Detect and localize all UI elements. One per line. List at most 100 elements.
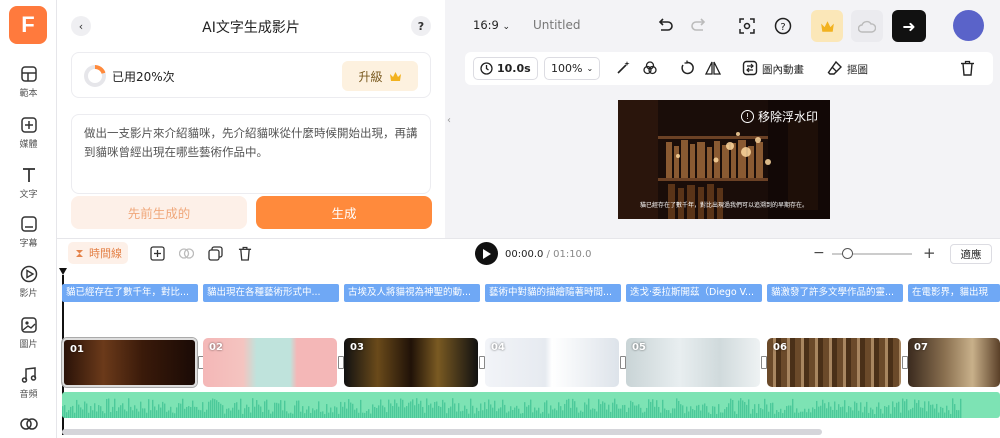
cloud-save-button[interactable] xyxy=(851,10,883,42)
remove-watermark-button[interactable]: ! 移除浮水印 xyxy=(740,108,818,125)
video-clip[interactable]: 07 xyxy=(908,338,1000,387)
timeline-toggle-button[interactable]: 時間線 xyxy=(68,242,128,264)
matte-label[interactable]: 摳圖 xyxy=(847,62,868,77)
redo-button[interactable] xyxy=(687,14,711,38)
video-clip[interactable]: 03 xyxy=(344,338,478,387)
rotate-button[interactable] xyxy=(677,58,697,78)
duplicate-button[interactable] xyxy=(206,244,224,262)
sidebar-item-subtitles[interactable]: 字幕 xyxy=(0,214,57,258)
subtitle-chip[interactable]: 在電影界，貓出現 xyxy=(908,284,1000,302)
prompt-textarea[interactable]: 做出一支影片來介紹貓咪，先介紹貓咪從什麼時候開始出現，再講到貓咪曾經出現在哪些藝… xyxy=(71,114,431,194)
waveform-bar xyxy=(96,411,98,418)
waveform-bar xyxy=(162,401,164,418)
video-clip[interactable]: 02 xyxy=(203,338,337,387)
waveform-bar xyxy=(450,406,452,418)
magic-button[interactable] xyxy=(613,58,633,78)
avatar[interactable] xyxy=(953,10,984,41)
sidebar-item-audio[interactable]: 音頻 xyxy=(0,365,57,409)
zoom-out-button[interactable]: − xyxy=(813,245,825,261)
subtitle-chip[interactable]: 貓已經存在了數千年，對比... xyxy=(62,284,198,302)
waveform-bar xyxy=(272,411,274,418)
waveform-bar xyxy=(700,410,702,418)
waveform-bar xyxy=(636,405,638,418)
waveform-bar xyxy=(132,410,134,418)
undo-button[interactable] xyxy=(653,14,677,38)
play-button[interactable] xyxy=(475,242,498,265)
video-clip[interactable]: 06 xyxy=(767,338,901,387)
chevron-down-icon: ⌄ xyxy=(502,22,511,32)
waveform-bar xyxy=(744,401,746,418)
cloud-icon xyxy=(858,20,876,33)
waveform-bar xyxy=(212,398,214,418)
eraser-icon[interactable] xyxy=(825,58,845,78)
sidebar-item-text[interactable]: 文字 xyxy=(0,165,57,209)
screen-capture-button[interactable] xyxy=(735,14,759,38)
export-button[interactable]: ➜ xyxy=(892,10,926,42)
aspect-ratio-select[interactable]: 16:9 ⌄ xyxy=(473,18,510,32)
audio-track[interactable] xyxy=(62,392,1000,418)
generate-button[interactable]: 生成 xyxy=(256,196,432,229)
waveform-bar xyxy=(298,400,300,418)
subtitle-chip[interactable]: 貓激發了許多文學作品的靈... xyxy=(767,284,903,302)
document-title[interactable]: Untitled xyxy=(533,18,580,32)
subtitle-chip[interactable]: 迭戈·委拉斯開茲（Diego V... xyxy=(626,284,762,302)
waveform-bar xyxy=(118,407,120,418)
sidebar-item-templates[interactable]: 範本 xyxy=(0,64,57,108)
subtitle-chip[interactable]: 貓出現在各種藝術形式中... xyxy=(203,284,339,302)
waveform-bar xyxy=(728,403,730,418)
play-icon xyxy=(483,248,491,259)
video-clip[interactable]: 05 xyxy=(626,338,760,387)
waveform-bar xyxy=(400,398,402,418)
waveform-bar xyxy=(654,406,656,418)
upgrade-button[interactable]: 升級 xyxy=(342,61,418,91)
waveform-bar xyxy=(464,405,466,418)
waveform-bar xyxy=(942,407,944,418)
flip-button[interactable] xyxy=(703,58,723,78)
waveform-bar xyxy=(568,398,570,418)
waveform-bar xyxy=(494,400,496,418)
zoom-slider-knob[interactable] xyxy=(842,248,853,259)
delete-clip-button[interactable] xyxy=(236,244,254,262)
waveform-bar xyxy=(890,413,892,418)
waveform-bar xyxy=(600,404,602,418)
sidebar-item-label: 媒體 xyxy=(19,140,38,150)
filters-button[interactable] xyxy=(640,58,660,78)
video-preview[interactable]: ! 移除浮水印 貓已經存在了數千年，對比出現過我們可以追溯到的早期存在。 xyxy=(618,100,830,219)
waveform-bar xyxy=(108,398,110,418)
sidebar-item-images[interactable]: 圖片 xyxy=(0,315,57,359)
playhead[interactable] xyxy=(59,268,67,275)
waveform-bar xyxy=(718,404,720,418)
waveform-bar xyxy=(194,406,196,418)
duration-control[interactable]: 10.0s xyxy=(473,57,538,80)
waveform-bar xyxy=(612,402,614,418)
fit-button[interactable]: 適應 xyxy=(950,244,992,264)
waveform-bar xyxy=(280,400,282,418)
add-clip-button[interactable] xyxy=(148,244,166,262)
sidebar-item-elements[interactable] xyxy=(0,414,57,438)
help-center-button[interactable]: ? xyxy=(771,14,795,38)
timeline-scrollbar[interactable] xyxy=(62,429,822,435)
subtitle-chip[interactable]: 藝術中對貓的描繪隨著時間... xyxy=(485,284,621,302)
sidebar-item-video[interactable]: 影片 xyxy=(0,264,57,308)
subtitle-chip[interactable]: 古埃及人將貓視為神聖的動... xyxy=(344,284,480,302)
delete-button[interactable] xyxy=(957,58,977,78)
premium-button[interactable] xyxy=(811,10,843,42)
in-animation-label[interactable]: 圖內動畫 xyxy=(762,62,804,77)
video-clip[interactable]: 04 xyxy=(485,338,619,387)
video-clip[interactable]: 01 xyxy=(62,338,197,387)
clip-number: 05 xyxy=(632,342,646,353)
back-button[interactable]: ‹ xyxy=(71,16,91,36)
previous-generated-button[interactable]: 先前生成的 xyxy=(71,196,247,229)
time-display: 00:00.0 / 01:10.0 xyxy=(505,249,591,260)
zoom-select[interactable]: 100% ⌄ xyxy=(544,57,601,80)
help-button[interactable]: ? xyxy=(411,16,431,36)
waveform-bar xyxy=(694,410,696,418)
usage-progress-ring xyxy=(84,65,106,87)
animation-icon[interactable] xyxy=(740,58,760,78)
zoom-in-button[interactable]: + xyxy=(923,244,936,262)
sidebar-item-media[interactable]: 媒體 xyxy=(0,115,57,159)
split-button[interactable] xyxy=(177,244,195,262)
waveform-bar xyxy=(362,412,364,418)
app-logo[interactable]: F xyxy=(9,6,47,44)
collapse-panel-handle[interactable]: ‹ xyxy=(444,100,454,140)
